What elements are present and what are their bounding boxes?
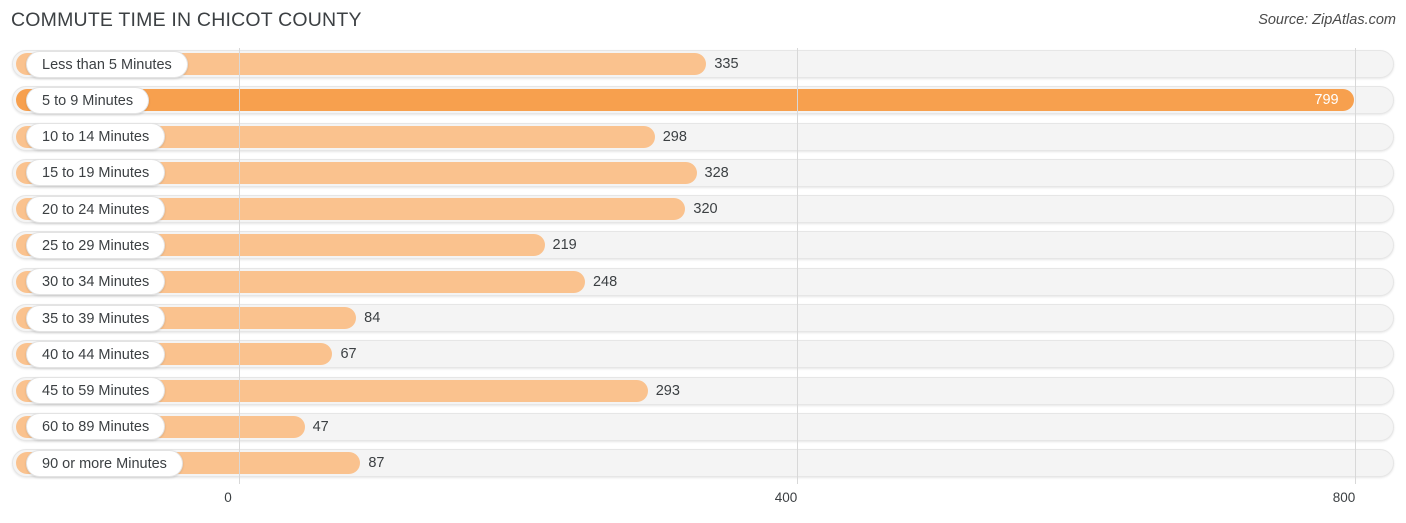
bar-row[interactable]: 35 to 39 Minutes 84 bbox=[0, 300, 1406, 336]
bar-row[interactable]: 10 to 14 Minutes 298 bbox=[0, 119, 1406, 155]
bar-row[interactable]: 25 to 29 Minutes 219 bbox=[0, 227, 1406, 263]
bar-value-label: 328 bbox=[704, 164, 729, 181]
category-label: 5 to 9 Minutes bbox=[26, 86, 150, 114]
category-label: 30 to 34 Minutes bbox=[26, 268, 166, 296]
category-label: 60 to 89 Minutes bbox=[26, 413, 166, 441]
bar-row[interactable]: 90 or more Minutes 87 bbox=[0, 445, 1406, 481]
bar[interactable] bbox=[16, 89, 1354, 112]
bar-value-label: 84 bbox=[364, 310, 381, 327]
category-label: 35 to 39 Minutes bbox=[26, 304, 166, 332]
category-label: 10 to 14 Minutes bbox=[26, 123, 166, 151]
bar-value-label: 335 bbox=[714, 56, 739, 72]
bar-value-label: 320 bbox=[693, 201, 718, 218]
bar-row[interactable]: 45 to 59 Minutes 293 bbox=[0, 373, 1406, 409]
bar-value-label: 248 bbox=[592, 273, 618, 290]
category-label: 90 or more Minutes bbox=[26, 449, 183, 477]
bar-value-label: 67 bbox=[340, 346, 357, 363]
chart-header: COMMUTE TIME IN CHICOT COUNTY Source: Zi… bbox=[0, 0, 1406, 46]
x-axis: 0 400 800 bbox=[0, 486, 1406, 523]
bar-row[interactable]: 5 to 9 Minutes 799 bbox=[0, 82, 1406, 118]
x-axis-tick-label: 800 bbox=[1332, 490, 1356, 505]
bar-row[interactable]: 40 to 44 Minutes 67 bbox=[0, 336, 1406, 372]
bar-row[interactable]: 15 to 19 Minutes 328 bbox=[0, 155, 1406, 191]
source-attribution: Source: ZipAtlas.com bbox=[1258, 12, 1396, 28]
category-label: 40 to 44 Minutes bbox=[26, 340, 166, 368]
category-label: Less than 5 Minutes bbox=[26, 50, 188, 78]
x-axis-tick-label: 400 bbox=[774, 490, 798, 505]
bar-value-label: 47 bbox=[312, 418, 329, 435]
bar-row[interactable]: Less than 5 Minutes 335 bbox=[0, 46, 1406, 82]
category-label: 15 to 19 Minutes bbox=[26, 159, 166, 187]
chart-plot-area: Less than 5 Minutes 335 5 to 9 Minutes 799 1… bbox=[0, 46, 1406, 486]
bar-value-label: 799 bbox=[1314, 92, 1339, 109]
bar-row[interactable]: 60 to 89 Minutes 47 bbox=[0, 409, 1406, 445]
category-label: 45 to 59 Minutes bbox=[26, 377, 166, 405]
category-label: 20 to 24 Minutes bbox=[26, 195, 166, 223]
bar-value-label: 87 bbox=[368, 455, 385, 472]
category-label: 25 to 29 Minutes bbox=[26, 231, 166, 259]
bar-row[interactable]: 30 to 34 Minutes 248 bbox=[0, 264, 1406, 300]
bar-value-label: 293 bbox=[655, 382, 680, 399]
bar-row[interactable]: 20 to 24 Minutes 320 bbox=[0, 191, 1406, 227]
bar-rows: Less than 5 Minutes 335 5 to 9 Minutes 799 1… bbox=[0, 46, 1406, 482]
x-axis-tick-label: 0 bbox=[224, 490, 232, 505]
bar-value-label: 219 bbox=[552, 237, 577, 254]
bar-value-label: 298 bbox=[662, 128, 687, 145]
page-title: COMMUTE TIME IN CHICOT COUNTY bbox=[11, 9, 362, 31]
